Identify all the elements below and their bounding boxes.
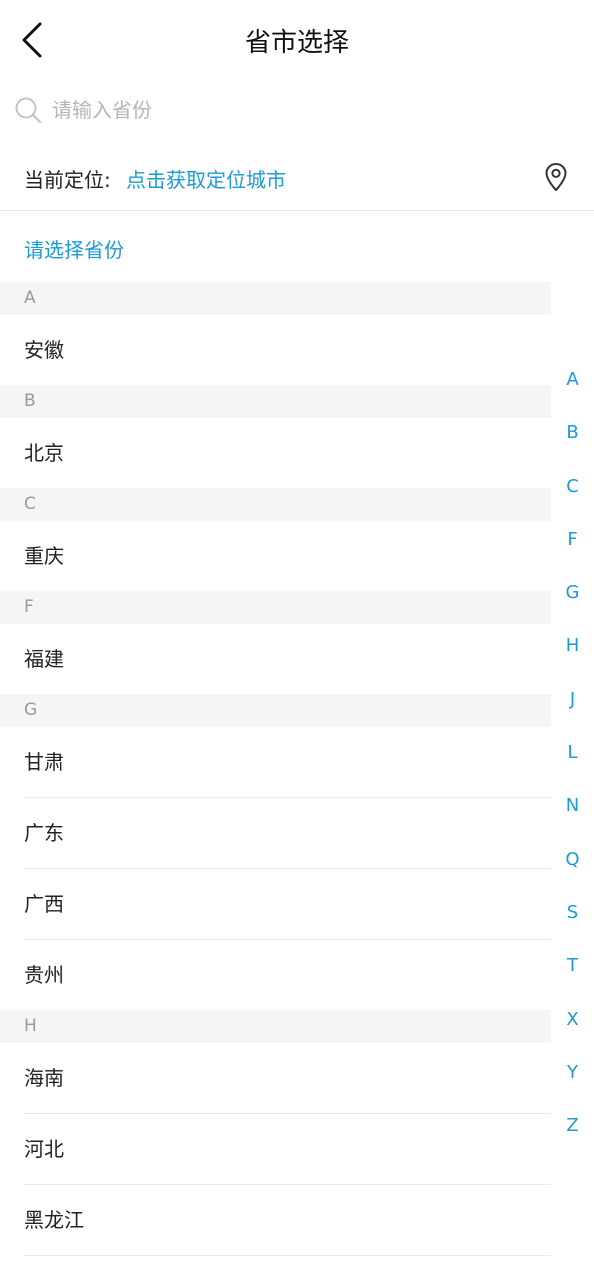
- index-letter[interactable]: T: [551, 939, 594, 992]
- current-location-label: 当前定位:: [24, 168, 111, 192]
- current-location-row: 当前定位: 点击获取定位城市: [0, 148, 594, 211]
- search-input[interactable]: [52, 92, 552, 128]
- search-icon: [15, 97, 42, 124]
- index-letter[interactable]: L: [551, 726, 594, 779]
- header-bar: 省市选择: [0, 0, 594, 82]
- index-letter[interactable]: J: [551, 673, 594, 726]
- province-city-picker-screen: 省市选择 当前定位: 点击获取定位城市 请选择省份 A安徽B北京C重庆F福建G甘…: [0, 0, 594, 1280]
- province-row[interactable]: 河北: [24, 1114, 551, 1185]
- index-letter[interactable]: H: [551, 619, 594, 672]
- province-row[interactable]: 福建: [24, 624, 551, 694]
- index-letter[interactable]: B: [551, 406, 594, 459]
- section-header: H: [0, 1010, 551, 1043]
- province-row[interactable]: 广东: [24, 798, 551, 869]
- province-row[interactable]: 贵州: [24, 940, 551, 1010]
- province-row[interactable]: 重庆: [24, 521, 551, 591]
- index-letter[interactable]: Y: [551, 1046, 594, 1099]
- province-list: A 安徽 B 北京 C 重庆 F 福建 G 甘肃 广东 广西 贵州 H 海南 河北 黑龙江: [0, 282, 551, 1256]
- alphabet-index: ABCFGHJLNQSTXYZ: [551, 353, 594, 1152]
- map-pin-icon[interactable]: [544, 162, 568, 192]
- index-letter[interactable]: C: [551, 460, 594, 513]
- province-row[interactable]: 北京: [24, 418, 551, 488]
- page-title: 省市选择: [244, 28, 349, 58]
- section-header: G: [0, 694, 551, 727]
- province-row[interactable]: 甘肃: [24, 727, 551, 798]
- section-header: C: [0, 488, 551, 521]
- province-row[interactable]: 海南: [24, 1043, 551, 1114]
- province-row[interactable]: 安徽: [24, 315, 551, 385]
- index-letter[interactable]: X: [551, 993, 594, 1046]
- province-row[interactable]: 广西: [24, 869, 551, 940]
- section-header: B: [0, 385, 551, 418]
- section-header: A: [0, 282, 551, 315]
- index-letter[interactable]: Z: [551, 1099, 594, 1152]
- get-location-link[interactable]: 点击获取定位城市: [126, 164, 286, 193]
- choose-province-prompt: 请选择省份: [24, 238, 124, 262]
- index-letter[interactable]: G: [551, 566, 594, 619]
- search-bar: [0, 86, 594, 134]
- index-letter[interactable]: A: [551, 353, 594, 406]
- index-letter[interactable]: F: [551, 513, 594, 566]
- province-row[interactable]: 黑龙江: [24, 1185, 551, 1256]
- index-letter[interactable]: S: [551, 886, 594, 939]
- index-letter[interactable]: Q: [551, 833, 594, 886]
- index-letter[interactable]: N: [551, 779, 594, 832]
- section-header: F: [0, 591, 551, 624]
